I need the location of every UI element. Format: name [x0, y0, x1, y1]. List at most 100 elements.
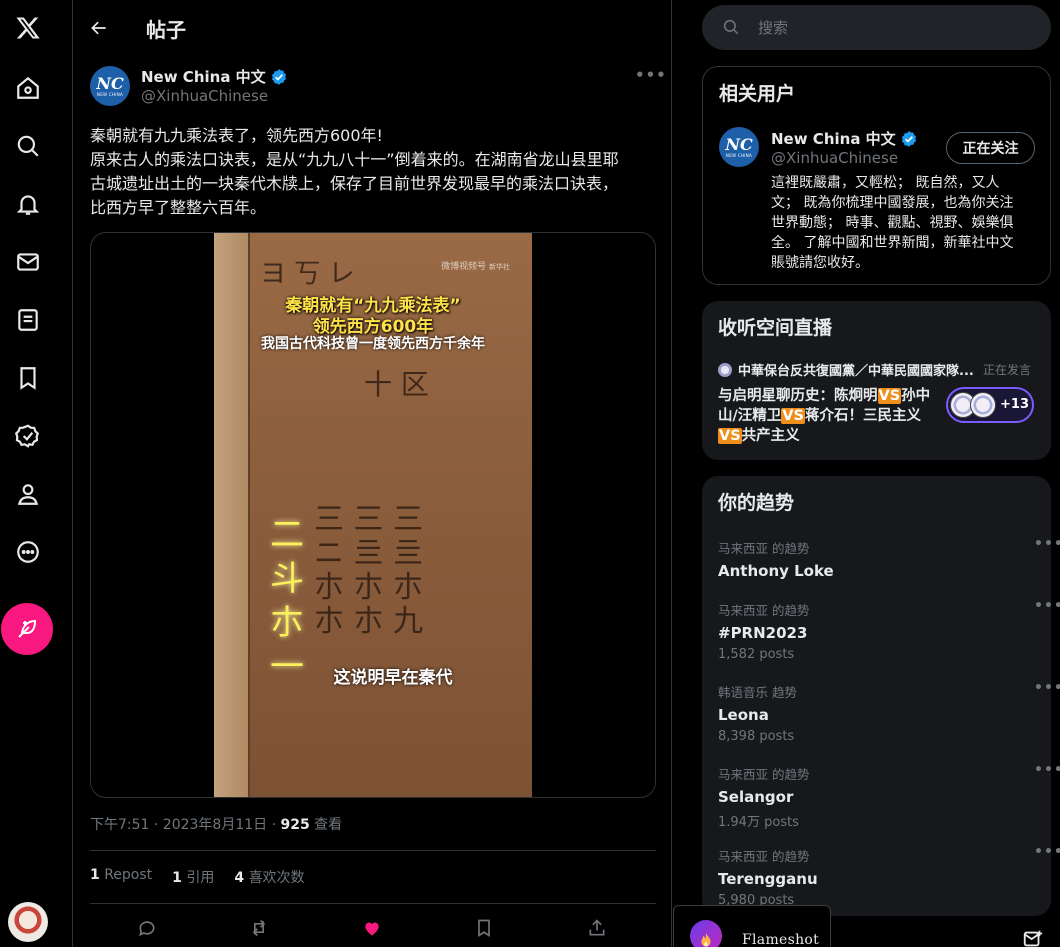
related-users-card: 相关用户 NC NEW CHINA New China 中文 @XinhuaCh…	[702, 66, 1051, 285]
author-name[interactable]: New China 中文	[141, 66, 288, 87]
repost-icon[interactable]	[246, 915, 272, 941]
video-subtitle: 这说明早在秦代	[333, 668, 453, 688]
flameshot-window-tab[interactable]: Flameshot	[673, 905, 831, 947]
listener-avatar	[970, 392, 996, 418]
avatar-sub: NEW CHINA	[725, 152, 753, 158]
feather-icon	[18, 619, 37, 638]
avatar-logo: NC	[725, 134, 753, 154]
likes-count: 4	[234, 870, 245, 886]
search-bar[interactable]	[702, 5, 1051, 50]
spaces-card: 收听空间直播 中華保台反共復國黨／中華民國國家隊... 正在发言 与启明星聊历史…	[702, 301, 1051, 460]
post-more-icon[interactable]: •••	[635, 66, 667, 84]
bio-line: 文； 既為你梳理中國發展，也為你关注	[771, 195, 1014, 211]
trend-posts: 1.94万 posts	[718, 815, 799, 830]
space-title[interactable]: 与启明星聊历史：陈炯明VS孙中山/汪精卫VS蒋介石！三民主义VS共产主义	[718, 386, 936, 446]
post-header: 帖子	[73, 0, 671, 56]
trend-item[interactable]: 马来西亚 的趋势 Anthony Loke •••	[718, 536, 1060, 580]
likes-stat[interactable]: 4 喜欢次数	[234, 867, 304, 887]
quotes-count: 1	[172, 870, 182, 886]
left-nav	[0, 0, 56, 947]
more-circle-icon[interactable]	[6, 530, 50, 574]
trend-meta: 韩语音乐 趋势	[718, 685, 797, 700]
home-icon[interactable]	[6, 66, 50, 110]
bio-line: 世界動態； 時事、觀點、視野、娛樂俱	[771, 215, 1014, 231]
bookmark-icon[interactable]	[471, 915, 497, 941]
heart-icon[interactable]	[359, 915, 385, 941]
author-name-text: New China 中文	[141, 68, 266, 86]
reposts-stat[interactable]: 1 Repost	[90, 867, 152, 887]
views-label: 查看	[309, 817, 343, 833]
author-avatar[interactable]: NC NEW CHINA	[90, 66, 130, 106]
related-user-name[interactable]: New China 中文	[771, 128, 918, 149]
trend-name: Leona	[718, 706, 769, 724]
related-user-avatar[interactable]: NC NEW CHINA	[719, 127, 759, 167]
reply-icon[interactable]	[134, 915, 160, 941]
post-text-line: 比西方早了整整六百年。	[90, 198, 267, 217]
post-video[interactable]: 微博视频号 新华社 ヨ 丂 レ 十 区 三 三 三ニ 亖 亖朩 朩 朩朩 朩 九…	[90, 232, 656, 798]
trend-item[interactable]: 马来西亚 的趋势 Terengganu 5,980 posts •••	[718, 844, 1060, 908]
messages-drawer-icon[interactable]	[1022, 928, 1044, 947]
verified-org-icon[interactable]	[6, 414, 50, 458]
flameshot-icon	[690, 920, 722, 947]
page-title: 帖子	[146, 18, 186, 42]
trend-more-icon[interactable]: •••	[1034, 536, 1060, 552]
reposts-label: Repost	[104, 867, 153, 883]
reposts-count: 1	[90, 867, 100, 883]
trend-more-icon[interactable]: •••	[1034, 762, 1060, 778]
mail-icon[interactable]	[6, 240, 50, 284]
related-user-name-text: New China 中文	[771, 130, 896, 148]
trend-name: #PRN2023	[718, 624, 808, 642]
back-arrow-icon[interactable]	[85, 14, 113, 42]
post-stats: 1 Repost 1 引用 4 喜欢次数	[90, 867, 305, 887]
bookmark-icon[interactable]	[6, 356, 50, 400]
views-count: 925	[280, 817, 310, 833]
vs-badge: VS	[877, 388, 902, 404]
video-ink-mark: 三 三 三ニ 亖 亖朩 朩 朩朩 朩 九	[314, 502, 424, 639]
vs-badge: VS	[718, 428, 742, 444]
trend-name: Selangor	[718, 788, 794, 806]
share-icon[interactable]	[584, 915, 610, 941]
video-frame[interactable]: 微博视频号 新华社 ヨ 丂 レ 十 区 三 三 三ニ 亖 亖朩 朩 朩朩 朩 九…	[214, 233, 532, 797]
trend-more-icon[interactable]: •••	[1034, 680, 1060, 696]
compose-post-button[interactable]	[1, 603, 53, 655]
related-user-bio: 這裡既嚴肅，又輕松； 既自然，又人 文； 既為你梳理中國發展，也為你关注 世界動…	[771, 173, 1041, 273]
trend-meta: 马来西亚 的趋势	[718, 849, 810, 864]
related-title: 相关用户	[719, 83, 796, 105]
search-input[interactable]	[758, 5, 1038, 50]
host-avatar	[718, 362, 732, 377]
quotes-stat[interactable]: 1 引用	[172, 867, 214, 887]
host-name: 中華保台反共復國黨／中華民國國家隊...	[738, 364, 974, 379]
post-column: 帖子 NC NEW CHINA New China 中文 @XinhuaChin…	[72, 0, 672, 947]
vs-badge: VS	[781, 408, 805, 424]
space-title-part: 与启明星聊历史：陈炯明	[718, 388, 878, 404]
trend-item[interactable]: 马来西亚 的趋势 #PRN2023 1,582 posts •••	[718, 598, 1060, 662]
bio-line: 全。 了解中國和世界新聞，新華社中文	[771, 235, 1014, 251]
x-logo-icon[interactable]	[6, 6, 50, 50]
avatar-sub: NEW CHINA	[96, 91, 124, 97]
trends-title: 你的趋势	[718, 492, 795, 514]
lists-icon[interactable]	[6, 298, 50, 342]
author-handle[interactable]: @XinhuaChinese	[141, 87, 268, 105]
post-text-line: 秦朝就有九九乘法表了，领先西方600年!	[90, 126, 383, 145]
space-status: 正在发言	[983, 363, 1032, 377]
post-timestamp[interactable]: 下午7:51 · 2023年8月11日 · 925 查看	[90, 814, 342, 834]
related-user-handle[interactable]: @XinhuaChinese	[771, 149, 898, 167]
post-text: 秦朝就有九九乘法表了，领先西方600年! 原来古人的乘法口诀表，是从“九九八十一…	[90, 124, 660, 220]
quotes-label: 引用	[186, 870, 215, 886]
timestamp-text: 下午7:51 · 2023年8月11日 ·	[90, 817, 281, 833]
avatar-logo: NC	[96, 73, 124, 93]
profile-icon[interactable]	[6, 472, 50, 516]
space-title-part: 蒋介石！三民主义	[804, 408, 921, 424]
listener-count: +13	[1000, 397, 1029, 412]
space-join-pill[interactable]: +13	[946, 387, 1034, 423]
bell-icon[interactable]	[6, 182, 50, 226]
account-avatar[interactable]	[8, 902, 48, 942]
trend-more-icon[interactable]: •••	[1034, 844, 1060, 860]
trend-item[interactable]: 马来西亚 的趋势 Selangor 1.94万 posts •••	[718, 762, 1060, 830]
search-icon[interactable]	[6, 124, 50, 168]
following-button[interactable]: 正在关注	[946, 132, 1035, 164]
trend-more-icon[interactable]: •••	[1034, 598, 1060, 614]
trend-item[interactable]: 韩语音乐 趋势 Leona 8,398 posts •••	[718, 680, 1060, 744]
trend-posts: 8,398 posts	[718, 729, 795, 744]
trend-name: Terengganu	[718, 870, 818, 888]
